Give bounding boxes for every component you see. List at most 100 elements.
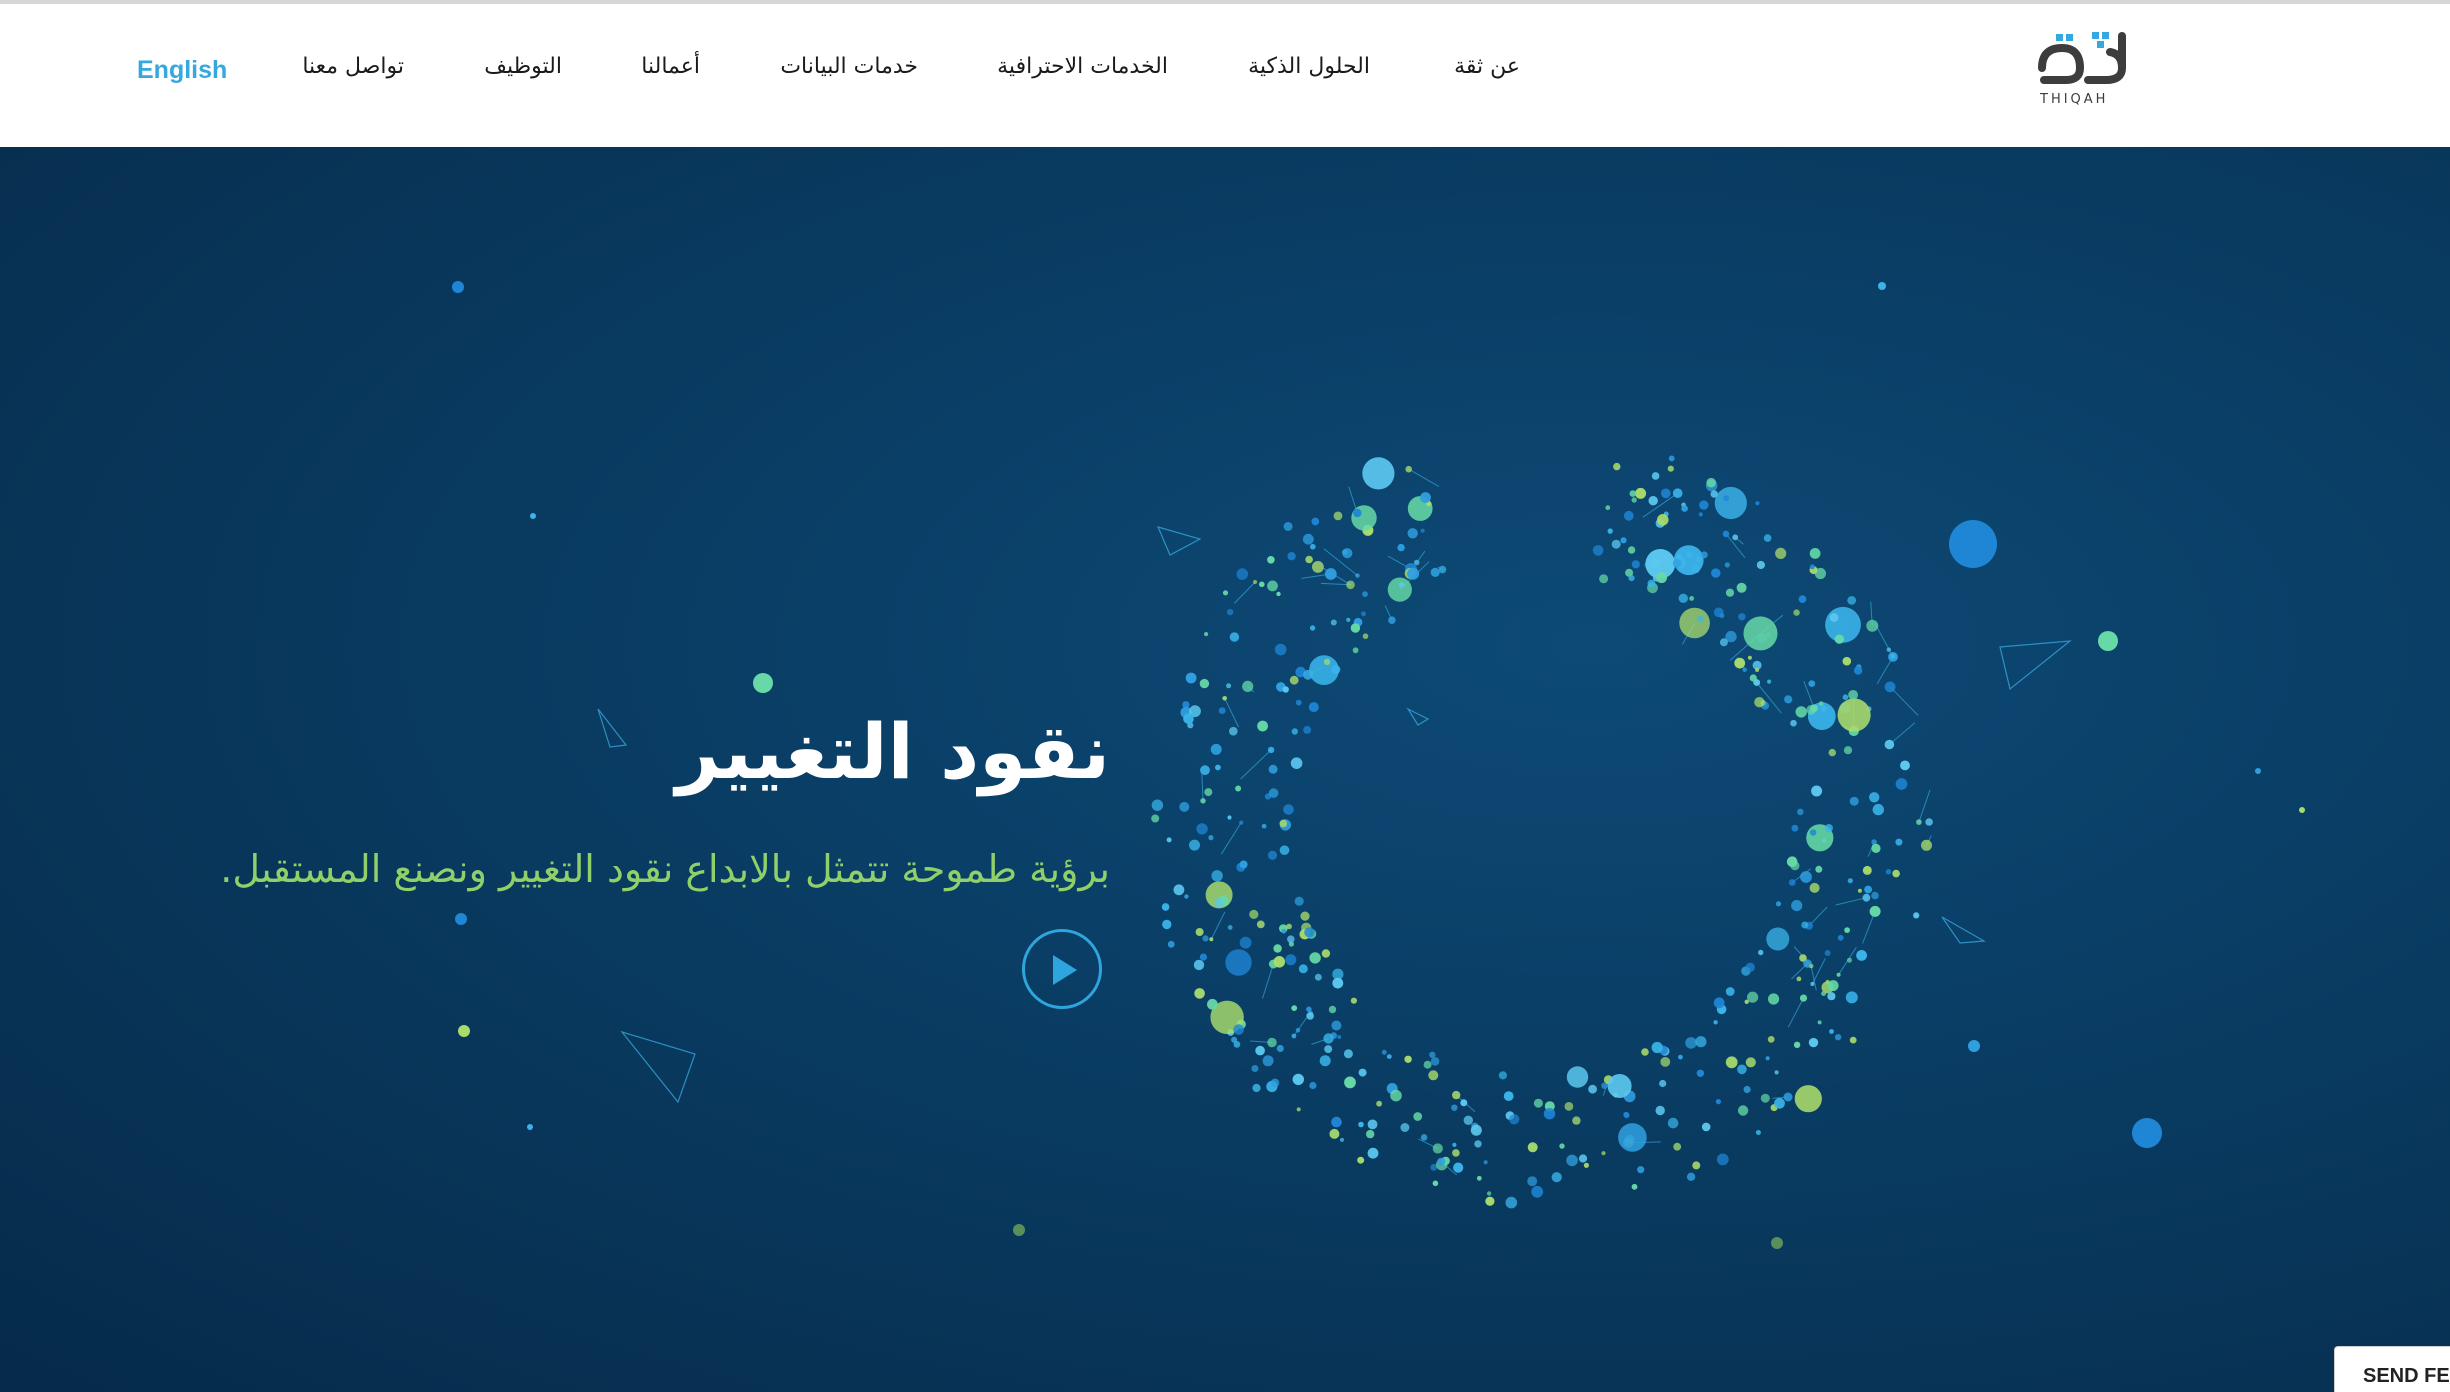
page: THIQAH عن ثقة الحلول الذكية الخدمات الاح… (0, 0, 2450, 1392)
particle-dot (1207, 998, 1218, 1010)
particle-dot (1309, 1081, 1317, 1090)
particle-dot (1834, 634, 1845, 644)
particle-dot (1592, 545, 1604, 556)
particle-dot (1226, 683, 1232, 689)
particle-dot (1189, 839, 1200, 851)
hero-banner: نقود التغيير برؤية طموحة تتمثل بالابداع … (0, 147, 2450, 1392)
particle-dot (1358, 1068, 1367, 1077)
particle-dot (1783, 1092, 1793, 1102)
particle-dot (1331, 1020, 1342, 1031)
particle-link (1408, 468, 1440, 487)
nav-about[interactable]: عن ثقة (1454, 54, 1520, 79)
particle-dot (1697, 615, 1704, 623)
particle-link (1320, 582, 1351, 586)
particle-dot (1810, 981, 1815, 987)
particle-dot (1706, 477, 1716, 488)
particle-dot (1766, 927, 1790, 951)
particle-dot (1913, 912, 1920, 919)
particle-dot (1607, 1074, 1632, 1098)
particle-dot (1809, 882, 1820, 893)
particle-dot (1611, 539, 1621, 549)
particle-dot (1257, 720, 1268, 732)
particle-dot (1200, 798, 1206, 804)
particle-dot (1754, 697, 1765, 708)
particle-dot (1791, 824, 1799, 832)
nav-smart-solutions[interactable]: الحلول الذكية (1248, 54, 1370, 79)
particle-dot (1256, 920, 1265, 929)
particle-dot (1343, 1049, 1353, 1059)
particle-dot (1321, 949, 1331, 958)
particle-dot (1620, 537, 1627, 544)
particle-dot (1886, 647, 1892, 652)
particle-dot (1437, 1157, 1446, 1166)
particle-dot (1714, 486, 1747, 520)
particle-dot (1774, 1097, 1785, 1109)
particle-dot (2098, 631, 2118, 651)
particle-dot (1235, 785, 1242, 792)
hero-subtitle: برؤية طموحة تتمثل بالابداع نقود التغيير … (220, 847, 1110, 891)
particle-dot (1853, 666, 1863, 675)
particle-dot (1452, 1142, 1457, 1147)
particle-dot (1737, 1105, 1749, 1116)
particle-dot (1362, 457, 1395, 490)
particle-dot (1314, 973, 1322, 981)
particle-dot (1668, 455, 1675, 462)
particle-dot (1229, 632, 1240, 642)
particle-dot (1303, 725, 1312, 734)
particle-dot (1925, 818, 1933, 826)
particle-dot (1856, 950, 1867, 961)
particle-dot (458, 1025, 470, 1037)
nav-data-services[interactable]: خدمات البيانات (780, 54, 918, 79)
particle-dot (753, 673, 773, 693)
particle-dot (1892, 869, 1900, 878)
particle-dot (1809, 564, 1815, 570)
particle-dot (1847, 957, 1852, 963)
particle-dot (1843, 746, 1853, 755)
nav-contact[interactable]: تواصل معنا (302, 54, 404, 79)
particle-dot (1291, 1005, 1298, 1011)
particle-dot (1420, 492, 1431, 503)
particle-triangle (1999, 640, 2072, 691)
particle-dot (1885, 869, 1892, 875)
particle-dot (1647, 579, 1656, 588)
play-video-button[interactable] (1022, 929, 1102, 1009)
particle-dot (1834, 1034, 1842, 1041)
particle-dot (1355, 573, 1360, 578)
particle-dot (1252, 1083, 1261, 1093)
particle-dot (1635, 487, 1647, 499)
nav-professional-services[interactable]: الخدمات الاحترافية (997, 54, 1168, 79)
particle-dot (1800, 871, 1812, 883)
particle-dot (1613, 462, 1621, 471)
particle-dot (1824, 950, 1831, 956)
language-switch-english[interactable]: English (137, 56, 227, 85)
particle-dot (1268, 764, 1278, 774)
particle-dot (1711, 568, 1721, 578)
particle-dot (1657, 514, 1669, 526)
particle-link (1835, 897, 1867, 906)
nav-our-work[interactable]: أعمالنا (641, 54, 700, 79)
particle-dot (1583, 1162, 1589, 1168)
send-feedback-button[interactable]: SEND FEEDBACK (2334, 1346, 2450, 1392)
particle-dot (1432, 1143, 1443, 1154)
particle-dot (1824, 824, 1833, 833)
particle-dot (1303, 669, 1313, 680)
particle-link (1210, 911, 1226, 940)
particle-dot (1755, 1130, 1761, 1135)
particle-dot (1231, 1036, 1238, 1043)
particle-dot (1695, 1036, 1707, 1048)
particle-dot (1678, 1054, 1683, 1060)
particle-dot (1869, 792, 1880, 803)
particle-dot (2299, 807, 2305, 813)
particle-dot (2255, 768, 2261, 774)
particle-dot (1601, 1151, 1606, 1156)
particle-dot (1342, 548, 1353, 559)
particle-dot (1641, 1048, 1649, 1056)
thiqah-logo[interactable]: THIQAH (2028, 30, 2138, 112)
nav-careers[interactable]: التوظيف (484, 54, 562, 79)
particle-dot (1185, 672, 1197, 684)
particle-triangle (1156, 526, 1202, 556)
particle-dot (1286, 923, 1292, 930)
particle-dot (1798, 595, 1807, 603)
particle-dot (1319, 1055, 1331, 1067)
particle-dot (1285, 954, 1297, 966)
